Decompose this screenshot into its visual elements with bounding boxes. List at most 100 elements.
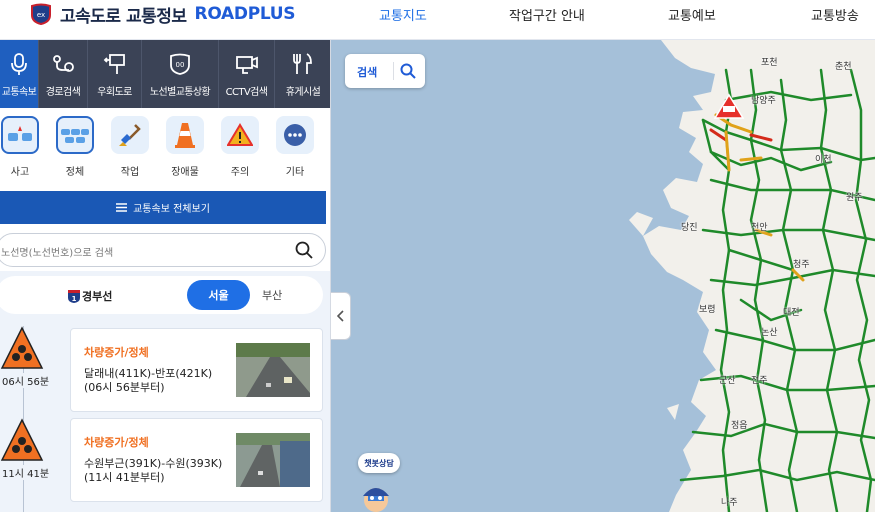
- route-pill: 1 경부선 서울 부산: [0, 276, 323, 314]
- logo-text: 고속도로 교통정보: [60, 6, 187, 27]
- category-route-search[interactable]: 경로검색: [39, 40, 88, 108]
- chatbot-label[interactable]: 챗봇상담: [358, 453, 400, 473]
- type-label: 정체: [65, 167, 85, 178]
- highway-shield-icon: ex: [31, 3, 51, 25]
- incident-type-filter: 사고 정체 작업 장애물 주의 기타: [0, 116, 330, 182]
- menu-icon: [116, 203, 128, 212]
- type-caution[interactable]: 주의: [218, 116, 262, 178]
- incident-title: 차량증가/정체: [84, 436, 149, 449]
- type-label: 작업: [120, 167, 140, 178]
- category-rest-area[interactable]: 휴게시설: [275, 40, 330, 108]
- view-all-news-button[interactable]: 교통속보 전체보기: [0, 191, 326, 224]
- nav-work-zone[interactable]: 작업구간 안내: [509, 5, 585, 24]
- incident-since: (06시 56분부터): [84, 381, 165, 394]
- shovel-icon: [119, 124, 141, 146]
- chevron-left-icon: [336, 310, 344, 322]
- type-accident[interactable]: 사고: [0, 116, 42, 178]
- map-city-label: 대전: [783, 308, 800, 318]
- svg-text:00: 00: [176, 61, 185, 69]
- nav-traffic-map[interactable]: 교통지도: [379, 5, 427, 24]
- search-icon[interactable]: [295, 241, 313, 259]
- type-obstacle[interactable]: 장애물: [163, 116, 207, 178]
- cctv-icon: [235, 56, 258, 74]
- route-selector: 1 경부선 서울 부산: [0, 271, 330, 326]
- category-route-traffic[interactable]: 00 노선별교통상황: [142, 40, 219, 108]
- incident-time: 11시 41분: [2, 465, 50, 480]
- incident-time: 06시 56분: [2, 373, 50, 388]
- view-all-label: 교통속보 전체보기: [133, 204, 210, 215]
- cctv-thumbnail[interactable]: [236, 433, 310, 487]
- nav-traffic-broadcast[interactable]: 교통방송: [811, 5, 859, 24]
- type-label: 장애물: [171, 167, 199, 178]
- map-city-label: 군산: [719, 376, 736, 386]
- cctv-thumbnail[interactable]: [236, 343, 310, 397]
- map-city-label: 춘천: [835, 62, 852, 72]
- chatbot-mascot-icon[interactable]: [357, 478, 395, 512]
- route-1-shield-icon: 1: [68, 290, 80, 303]
- map-city-label: 전주: [751, 376, 768, 386]
- category-label: 경로검색: [45, 87, 81, 98]
- map-city-label: 보령: [699, 305, 716, 315]
- more-icon: [284, 124, 306, 146]
- category-label: CCTV검색: [225, 87, 268, 98]
- map-city-label: 청주: [793, 260, 810, 270]
- type-etc[interactable]: 기타: [273, 116, 317, 178]
- detour-sign-icon: [103, 54, 125, 74]
- map-search-label[interactable]: 검색: [357, 64, 377, 80]
- category-detour[interactable]: 우회도로: [88, 40, 142, 108]
- map-search-box[interactable]: 검색: [345, 54, 425, 88]
- site-logo[interactable]: ex 고속도로 교통정보 ROADPLUS: [30, 2, 296, 27]
- type-label: 사고: [10, 167, 30, 178]
- divider: [393, 62, 394, 80]
- route-name[interactable]: 1 경부선: [68, 288, 112, 304]
- nav-traffic-forecast[interactable]: 교통예보: [668, 5, 716, 24]
- type-label: 기타: [285, 167, 305, 178]
- category-label: 노선별교통상황: [149, 87, 211, 98]
- incident-list: 06시 56분 차량증가/정체 달래내(411K)-반포(421K) (06시 …: [0, 326, 330, 512]
- route-pin-icon: [53, 55, 74, 72]
- top-header: ex 고속도로 교통정보 ROADPLUS 교통지도 작업구간 안내 교통예보 …: [0, 0, 875, 40]
- warning-icon: [227, 123, 253, 146]
- type-work[interactable]: 작업: [108, 116, 152, 178]
- panel-collapse-button[interactable]: [331, 292, 351, 340]
- traffic-cone-icon: [175, 123, 195, 148]
- search-icon[interactable]: [400, 63, 416, 79]
- direction-busan-button[interactable]: 부산: [262, 287, 282, 303]
- congestion-icon: [61, 129, 89, 143]
- category-bar: 교통속보 경로검색 우회도로 00 노선별교통상황 CCTV검색 휴게시설: [0, 40, 330, 108]
- route-search-input[interactable]: 노선명(노선번호)으로 검색: [0, 233, 326, 267]
- microphone-icon: [11, 53, 27, 75]
- svg-text:1: 1: [72, 295, 77, 303]
- map-city-label: 원주: [846, 193, 863, 203]
- fork-knife-icon: [293, 53, 312, 74]
- svg-text:ex: ex: [37, 11, 45, 19]
- type-label: 주의: [230, 167, 250, 178]
- map-city-label: 천안: [751, 223, 768, 233]
- incident-card[interactable]: 차량증가/정체 수원부근(391K)-수원(393K) (11시 41분부터): [70, 418, 323, 502]
- incident-title: 차량증가/정체: [84, 346, 149, 359]
- route-name-label: 경부선: [82, 290, 113, 303]
- direction-seoul-button[interactable]: 서울: [187, 280, 250, 310]
- incident-card[interactable]: 차량증가/정체 달래내(411K)-반포(421K) (06시 56분부터): [70, 328, 323, 412]
- map-city-label: 남양주: [751, 96, 776, 106]
- category-label: 교통속보: [1, 87, 37, 98]
- map-city-label: 이천: [815, 155, 832, 165]
- left-panel: 교통속보 경로검색 우회도로 00 노선별교통상황 CCTV검색 휴게시설 사고: [0, 40, 331, 512]
- category-label: 휴게시설: [285, 87, 321, 98]
- category-traffic-news[interactable]: 교통속보: [0, 40, 39, 108]
- category-cctv[interactable]: CCTV검색: [219, 40, 275, 108]
- traffic-map[interactable]: 포천 춘천 남양주 이천 원주 당진 천안 청주 보령 대전 논산 군산 전주 …: [331, 40, 875, 512]
- logo-brand: ROADPLUS: [194, 4, 296, 24]
- map-city-label: 포천: [761, 58, 778, 68]
- congestion-warning-icon: [0, 418, 44, 461]
- congestion-warning-icon: [0, 326, 44, 369]
- map-city-label: 논산: [761, 328, 778, 338]
- map-city-label: 나주: [721, 498, 738, 508]
- type-congestion[interactable]: 정체: [53, 116, 97, 178]
- map-city-label: 당진: [681, 223, 698, 233]
- route-shield-icon: 00: [170, 53, 190, 75]
- incident-since: (11시 41분부터): [84, 471, 165, 484]
- map-canvas[interactable]: [331, 40, 875, 512]
- search-placeholder: 노선명(노선번호)으로 검색: [1, 248, 114, 259]
- map-city-label: 정읍: [731, 421, 748, 431]
